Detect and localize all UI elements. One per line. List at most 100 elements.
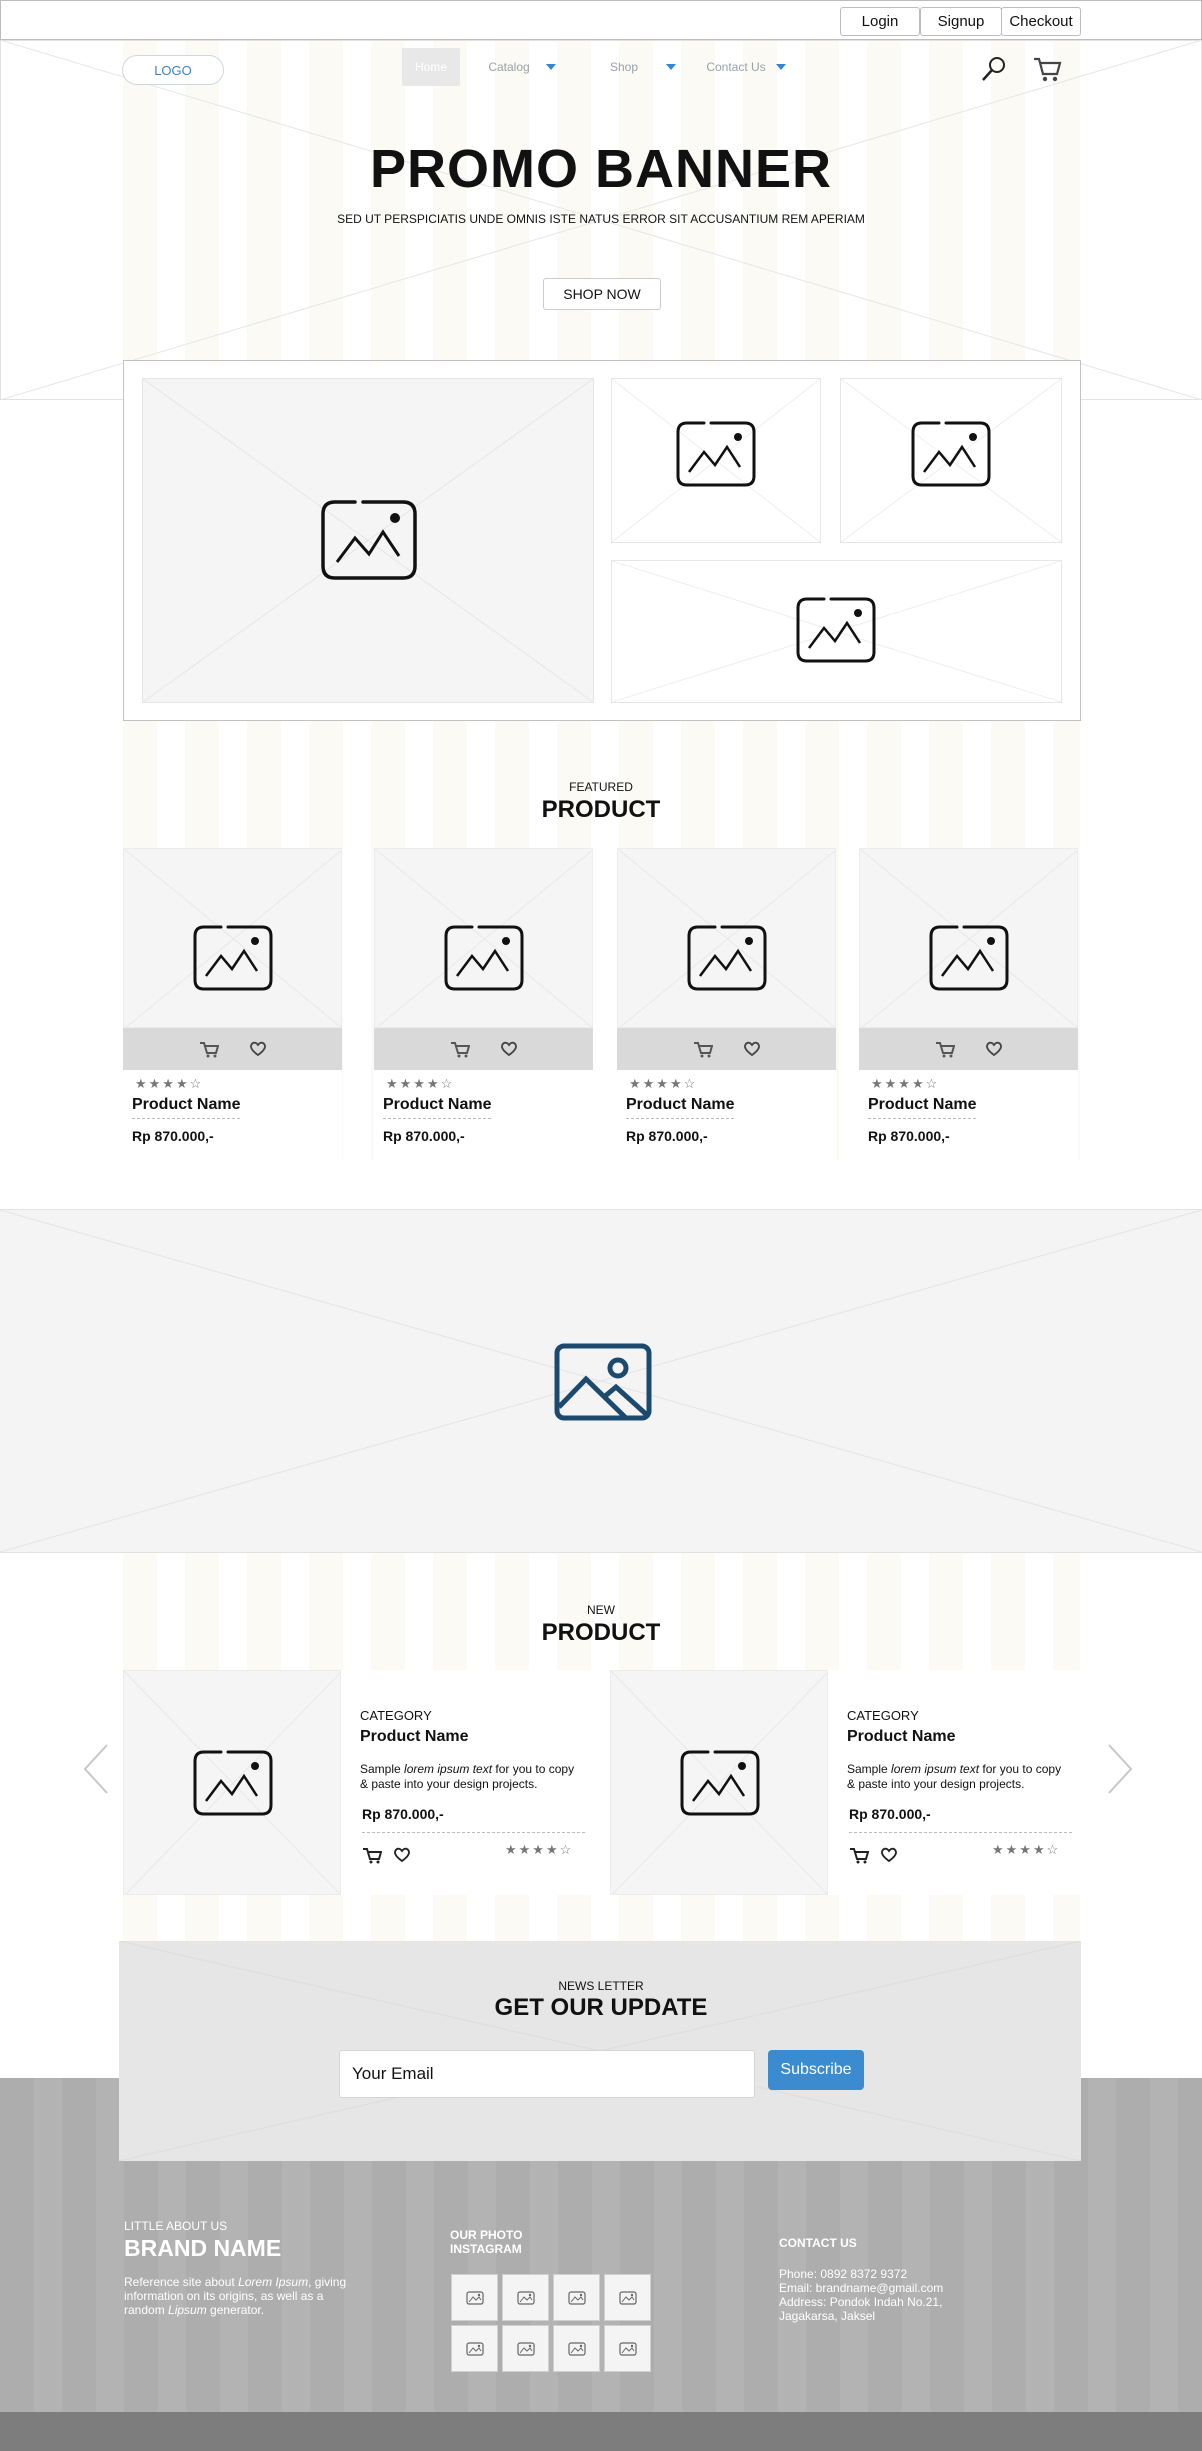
chevron-down-icon — [545, 64, 556, 70]
product-name[interactable]: Product Name — [868, 1096, 976, 1114]
product-image[interactable] — [617, 848, 836, 1028]
cart-icon[interactable] — [849, 1846, 869, 1864]
product-image[interactable] — [123, 1670, 341, 1895]
product-category: CATEGORY — [847, 1708, 919, 1723]
image-icon — [554, 1343, 652, 1421]
image-placeholder-icon — [911, 421, 991, 487]
instagram-photo[interactable] — [553, 2325, 600, 2372]
instagram-photo[interactable] — [451, 2274, 498, 2321]
chevron-right-icon[interactable] — [1106, 1743, 1134, 1795]
heart-icon[interactable] — [880, 1846, 898, 1863]
divider — [132, 1118, 240, 1119]
contact-title: CONTACT US — [779, 2236, 857, 2250]
new-product-card[interactable]: CATEGORY Product Name Sample lorem ipsum t… — [123, 1670, 603, 1895]
product-price: Rp 870.000,- — [383, 1128, 465, 1144]
heart-icon[interactable] — [985, 1040, 1003, 1057]
email-field[interactable]: Your Email — [339, 2050, 755, 2098]
newsletter-title: GET OUR UPDATE — [494, 1994, 708, 2021]
divider — [849, 1832, 1072, 1833]
nav-shop[interactable]: Shop — [598, 48, 688, 86]
gallery-image-small-1[interactable] — [611, 378, 821, 543]
instagram-photo[interactable] — [604, 2274, 651, 2321]
cart-icon[interactable] — [362, 1846, 382, 1864]
gallery-image-small-2[interactable] — [840, 378, 1062, 543]
about-text-em: Lipsum — [168, 2303, 207, 2317]
image-placeholder-icon — [444, 925, 524, 991]
nav-catalog-label: Catalog — [488, 60, 530, 74]
wide-banner — [0, 1209, 1202, 1553]
image-placeholder-icon — [618, 2341, 637, 2356]
subscribe-button[interactable]: Subscribe — [768, 2050, 864, 2090]
product-name[interactable]: Product Name — [383, 1096, 491, 1114]
product-name[interactable]: Product Name — [847, 1728, 955, 1746]
product-card[interactable]: ★★★★☆ Product Name Rp 870.000,- — [123, 848, 342, 1160]
desc-em: lorem ipsum text — [891, 1762, 980, 1776]
rating-stars: ★★★★☆ — [992, 1842, 1061, 1857]
about-text-part: Reference site about — [124, 2275, 239, 2289]
gallery-image-large[interactable] — [142, 378, 594, 703]
instagram-photo[interactable] — [451, 2325, 498, 2372]
shop-now-button[interactable]: SHOP NOW — [543, 278, 661, 310]
chevron-left-icon[interactable] — [82, 1743, 110, 1795]
product-actions — [859, 1028, 1078, 1070]
heart-icon[interactable] — [249, 1040, 267, 1057]
product-card[interactable]: ★★★★☆ Product Name Rp 870.000,- — [374, 848, 593, 1160]
product-image[interactable] — [374, 848, 593, 1028]
new-title: PRODUCT — [541, 1619, 661, 1646]
image-placeholder-icon — [796, 597, 876, 663]
contact-address: Address: Pondok Indah No.21, Jagakarsa, … — [779, 2295, 943, 2323]
cart-icon[interactable] — [199, 1040, 219, 1058]
image-placeholder-icon — [465, 2341, 484, 2356]
footer-bottom-bar — [0, 2412, 1202, 2451]
image-placeholder-icon — [193, 925, 273, 991]
product-card[interactable]: ★★★★☆ Product Name Rp 870.000,- — [859, 848, 1078, 1160]
instagram-photo[interactable] — [553, 2274, 600, 2321]
gallery-image-wide[interactable] — [611, 560, 1062, 703]
instagram-title: OUR PHOTO INSTAGRAM — [450, 2228, 523, 2256]
heart-icon[interactable] — [500, 1040, 518, 1057]
desc-part: Sample — [847, 1762, 892, 1776]
product-name[interactable]: Product Name — [626, 1096, 734, 1114]
product-price: Rp 870.000,- — [362, 1806, 444, 1822]
instagram-photo[interactable] — [604, 2325, 651, 2372]
signup-button[interactable]: Signup — [920, 7, 1002, 36]
product-price: Rp 870.000,- — [626, 1128, 708, 1144]
cart-icon[interactable] — [935, 1040, 955, 1058]
product-image[interactable] — [123, 848, 342, 1028]
product-image[interactable] — [610, 1670, 828, 1895]
nav-contact[interactable]: Contact Us — [696, 48, 796, 86]
image-placeholder-icon — [193, 1750, 273, 1816]
chevron-down-icon — [666, 64, 677, 70]
brand-name: BRAND NAME — [124, 2235, 282, 2261]
checkout-button[interactable]: Checkout — [1001, 7, 1081, 36]
cart-icon[interactable] — [450, 1040, 470, 1058]
divider — [362, 1832, 585, 1833]
about-text: Reference site about Lorem Ipsum, giving… — [124, 2275, 364, 2317]
logo[interactable]: LOGO — [122, 55, 224, 85]
product-actions — [617, 1028, 836, 1070]
product-image[interactable] — [859, 848, 1078, 1028]
product-card[interactable]: ★★★★☆ Product Name Rp 870.000,- — [617, 848, 836, 1160]
newsletter-eyebrow: NEWS LETTER — [558, 1979, 644, 1993]
product-description: Sample lorem ipsum text for you to copy … — [847, 1762, 1072, 1792]
product-name[interactable]: Product Name — [132, 1096, 240, 1114]
product-price: Rp 870.000,- — [132, 1128, 214, 1144]
image-placeholder-icon — [465, 2290, 484, 2305]
login-button[interactable]: Login — [840, 7, 920, 36]
instagram-photo[interactable] — [502, 2274, 549, 2321]
divider — [868, 1118, 976, 1119]
nav-catalog[interactable]: Catalog — [472, 48, 572, 86]
new-product-card[interactable]: CATEGORY Product Name Sample lorem ipsum t… — [610, 1670, 1090, 1895]
divider — [626, 1118, 734, 1119]
search-icon[interactable] — [980, 55, 1008, 83]
nav-shop-label: Shop — [609, 60, 639, 74]
product-name[interactable]: Product Name — [360, 1728, 468, 1746]
cart-icon[interactable] — [1032, 55, 1062, 83]
desc-part: Sample — [360, 1762, 405, 1776]
heart-icon[interactable] — [393, 1846, 411, 1863]
image-placeholder-icon — [687, 925, 767, 991]
instagram-photo[interactable] — [502, 2325, 549, 2372]
heart-icon[interactable] — [743, 1040, 761, 1057]
cart-icon[interactable] — [693, 1040, 713, 1058]
nav-home[interactable]: Home — [402, 48, 460, 86]
